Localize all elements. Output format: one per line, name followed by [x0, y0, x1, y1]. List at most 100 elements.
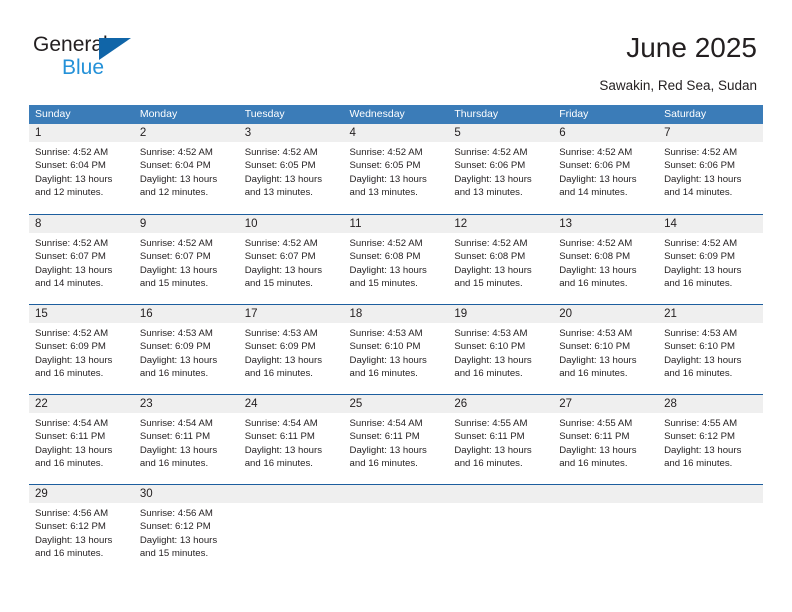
day-daylight-text-line2: and 16 minutes. — [664, 458, 733, 470]
day-daylight-text-line1: Daylight: 13 hours — [139, 444, 218, 456]
calendar-day-cell[interactable]: 23 Sunrise: 4:54 AM Sunset: 6:11 PM Dayligh… — [133, 395, 239, 483]
day-sunset-text: Sunset: 6:12 PM — [664, 431, 735, 443]
day-sunrise-text: Sunrise: 4:53 AM — [139, 328, 213, 339]
logo-text-general: General — [33, 33, 108, 56]
day-sunset-text: Sunset: 6:04 PM — [35, 160, 106, 172]
calendar-day-cell[interactable]: 6 Sunrise: 4:52 AM Sunset: 6:06 PM Daylight… — [553, 124, 659, 212]
calendar-day-cell[interactable]: 19 Sunrise: 4:53 AM Sunset: 6:10 PM Dayligh… — [448, 305, 554, 393]
calendar-day-cell[interactable]: 20 Sunrise: 4:53 AM Sunset: 6:10 PM Dayligh… — [553, 305, 659, 393]
general-blue-logo[interactable]: General Blue — [33, 33, 163, 81]
calendar-day-cell[interactable]: 30 Sunrise: 4:56 AM Sunset: 6:12 PM Dayligh… — [133, 485, 239, 573]
calendar-day-cell[interactable]: 8 Sunrise: 4:52 AM Sunset: 6:07 PM Daylight… — [29, 215, 134, 303]
calendar-day-cell[interactable]: 15 Sunrise: 4:52 AM Sunset: 6:09 PM Dayligh… — [29, 305, 134, 393]
calendar-day-cell[interactable]: 18 Sunrise: 4:53 AM Sunset: 6:10 PM Dayligh… — [343, 305, 449, 393]
calendar-day-cell[interactable]: 27 Sunrise: 4:55 AM Sunset: 6:11 PM Dayligh… — [553, 395, 659, 483]
day-daylight-text-line2: and 16 minutes. — [139, 368, 209, 380]
day-daylight-text-line1: Daylight: 13 hours — [454, 444, 532, 456]
day-sunset-text: Sunset: 6:06 PM — [664, 160, 735, 172]
day-number: 28 — [664, 398, 677, 410]
day-details: Sunrise: 4:55 AM Sunset: 6:11 PM Daylight:… — [553, 413, 658, 471]
calendar-day-cell[interactable]: 1 Sunrise: 4:52 AM Sunset: 6:04 PM Daylight… — [29, 124, 134, 212]
calendar-day-cell[interactable]: 25 Sunrise: 4:54 AM Sunset: 6:11 PM Dayligh… — [343, 395, 449, 483]
calendar-day-cell[interactable]: 13 Sunrise: 4:52 AM Sunset: 6:08 PM Dayligh… — [553, 215, 659, 303]
day-number-band: 29 — [29, 485, 134, 503]
day-number-band: 19 — [448, 305, 554, 323]
day-daylight-text-line2: and 15 minutes. — [244, 278, 313, 290]
day-daylight-text-line2: and 14 minutes. — [35, 278, 104, 290]
weekday-header-wednesday: Wednesday — [349, 108, 405, 120]
day-number: 27 — [559, 398, 573, 410]
day-number-band: 9 — [133, 215, 239, 233]
calendar-week-cells: 8 Sunrise: 4:52 AM Sunset: 6:07 PM Daylight… — [29, 215, 763, 303]
day-number: 25 — [349, 398, 363, 410]
day-number-band: 7 — [658, 124, 763, 142]
day-details: Sunrise: 4:56 AM Sunset: 6:12 PM Daylight:… — [29, 503, 134, 561]
calendar-day-cell[interactable]: 12 Sunrise: 4:52 AM Sunset: 6:08 PM Dayligh… — [448, 215, 554, 303]
calendar-day-cell[interactable]: 16 Sunrise: 4:53 AM Sunset: 6:09 PM Dayligh… — [133, 305, 239, 393]
day-sunset-text: Sunset: 6:07 PM — [35, 251, 106, 263]
calendar-day-cell[interactable]: 24 Sunrise: 4:54 AM Sunset: 6:11 PM Dayligh… — [238, 395, 344, 483]
day-number-band: 1 — [29, 124, 134, 142]
day-details — [448, 503, 553, 507]
day-sunset-text: Sunset: 6:09 PM — [139, 341, 211, 353]
day-number: 10 — [244, 218, 258, 230]
day-sunrise-text: Sunrise: 4:53 AM — [664, 328, 738, 339]
calendar-day-cell[interactable]: 2 Sunrise: 4:52 AM Sunset: 6:04 PM Daylight… — [133, 124, 239, 212]
day-number-band: 14 — [658, 215, 763, 233]
day-daylight-text-line1: Daylight: 13 hours — [35, 264, 113, 276]
calendar-day-cell[interactable]: 11 Sunrise: 4:52 AM Sunset: 6:08 PM Dayligh… — [343, 215, 449, 303]
day-sunrise-text: Sunrise: 4:54 AM — [139, 418, 213, 429]
day-number: 20 — [559, 308, 573, 320]
day-daylight-text-line2: and 12 minutes. — [139, 187, 209, 199]
day-daylight-text-line2: and 16 minutes. — [664, 278, 733, 290]
day-daylight-text-line1: Daylight: 13 hours — [664, 354, 742, 366]
calendar-day-cell[interactable]: 14 Sunrise: 4:52 AM Sunset: 6:09 PM Dayligh… — [658, 215, 763, 303]
day-daylight-text-line2: and 14 minutes. — [559, 187, 628, 199]
calendar-day-cell[interactable]: 7 Sunrise: 4:52 AM Sunset: 6:06 PM Daylight… — [658, 124, 763, 212]
calendar-day-cell[interactable]: 26 Sunrise: 4:55 AM Sunset: 6:11 PM Dayligh… — [448, 395, 554, 483]
day-sunrise-text: Sunrise: 4:52 AM — [139, 238, 213, 249]
calendar-day-cell[interactable]: 28 Sunrise: 4:55 AM Sunset: 6:12 PM Dayligh… — [658, 395, 763, 483]
day-number: 4 — [349, 127, 356, 139]
day-sunset-text: Sunset: 6:08 PM — [454, 251, 526, 263]
calendar-day-cell[interactable]: 21 Sunrise: 4:53 AM Sunset: 6:10 PM Dayligh… — [658, 305, 763, 393]
calendar-week-row: 1 Sunrise: 4:52 AM Sunset: 6:04 PM Daylight… — [29, 124, 763, 214]
day-daylight-text-line1: Daylight: 13 hours — [349, 354, 427, 366]
day-sunset-text: Sunset: 6:05 PM — [244, 160, 316, 172]
day-daylight-text-line2: and 16 minutes. — [244, 368, 313, 380]
day-sunset-text: Sunset: 6:09 PM — [664, 251, 735, 263]
day-daylight-text-line2: and 15 minutes. — [139, 548, 209, 560]
calendar-week-cells: 15 Sunrise: 4:52 AM Sunset: 6:09 PM Dayligh… — [29, 305, 763, 393]
day-daylight-text-line2: and 13 minutes. — [349, 187, 418, 199]
weekday-header-monday: Monday — [139, 108, 178, 120]
calendar-day-cell[interactable]: 10 Sunrise: 4:52 AM Sunset: 6:07 PM Dayligh… — [238, 215, 344, 303]
day-number: 23 — [139, 398, 153, 410]
day-details: Sunrise: 4:52 AM Sunset: 6:07 PM Daylight:… — [134, 233, 239, 291]
day-number: 7 — [664, 127, 671, 139]
calendar-day-cell[interactable]: 22 Sunrise: 4:54 AM Sunset: 6:11 PM Dayligh… — [29, 395, 134, 483]
day-number: 1 — [35, 127, 42, 139]
calendar-day-cell[interactable]: 3 Sunrise: 4:52 AM Sunset: 6:05 PM Daylight… — [238, 124, 344, 212]
calendar-week-cells: 29 Sunrise: 4:56 AM Sunset: 6:12 PM Dayligh… — [29, 485, 763, 573]
calendar-day-cell[interactable]: 4 Sunrise: 4:52 AM Sunset: 6:05 PM Daylight… — [343, 124, 449, 212]
day-number-band: 8 — [29, 215, 134, 233]
calendar-day-cell[interactable]: 5 Sunrise: 4:52 AM Sunset: 6:06 PM Daylight… — [448, 124, 554, 212]
day-details — [344, 503, 449, 507]
day-sunrise-text: Sunrise: 4:52 AM — [349, 238, 423, 249]
day-number: 8 — [35, 218, 42, 230]
calendar-day-cell[interactable]: 9 Sunrise: 4:52 AM Sunset: 6:07 PM Daylight… — [133, 215, 239, 303]
calendar-week-row: 15 Sunrise: 4:52 AM Sunset: 6:09 PM Dayligh… — [29, 304, 763, 394]
day-number-band — [238, 485, 344, 503]
day-daylight-text-line2: and 16 minutes. — [349, 368, 418, 380]
day-daylight-text-line1: Daylight: 13 hours — [559, 173, 637, 185]
day-details — [553, 503, 658, 507]
day-daylight-text-line2: and 16 minutes. — [35, 458, 104, 470]
day-number: 16 — [139, 308, 153, 320]
day-details: Sunrise: 4:52 AM Sunset: 6:06 PM Daylight:… — [553, 142, 658, 200]
calendar-day-cell-empty — [658, 485, 763, 573]
day-daylight-text-line2: and 16 minutes. — [244, 458, 313, 470]
day-daylight-text-line2: and 12 minutes. — [35, 187, 104, 199]
calendar-day-cell[interactable]: 17 Sunrise: 4:53 AM Sunset: 6:09 PM Dayligh… — [238, 305, 344, 393]
day-sunset-text: Sunset: 6:10 PM — [454, 341, 526, 353]
calendar-day-cell[interactable]: 29 Sunrise: 4:56 AM Sunset: 6:12 PM Dayligh… — [29, 485, 134, 573]
